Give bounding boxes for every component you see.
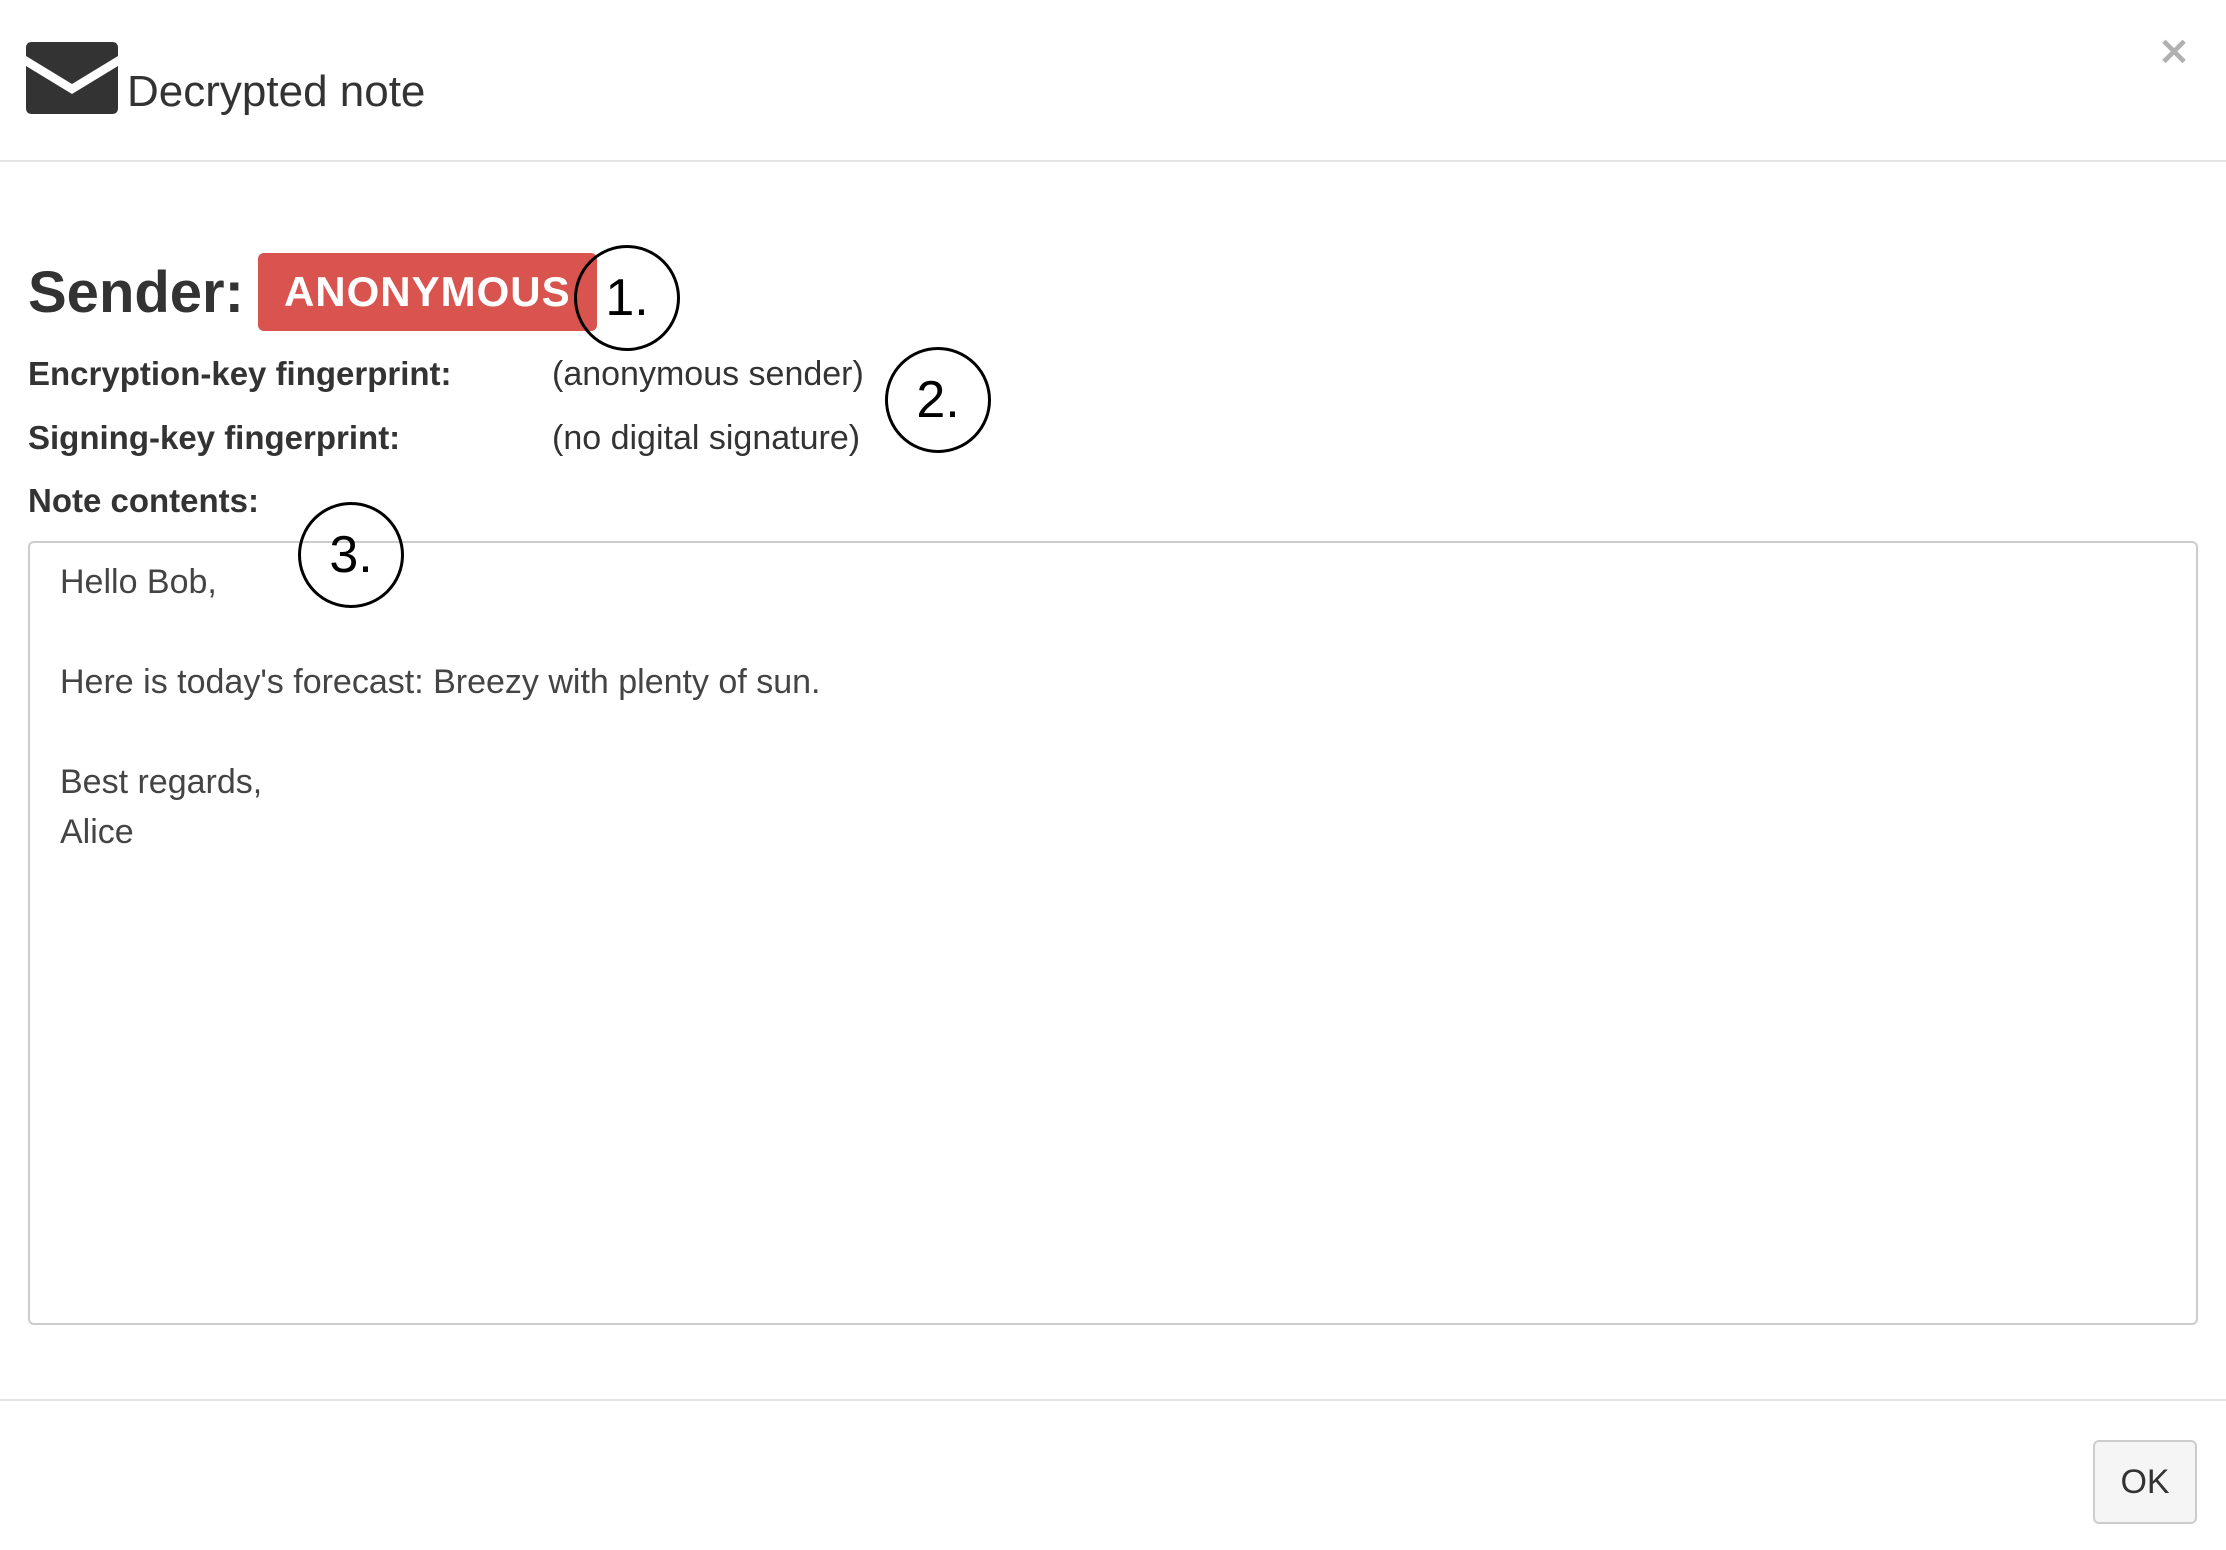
encryption-key-value: (anonymous sender) <box>552 355 864 393</box>
dialog-header: Decrypted note × <box>0 0 2226 162</box>
sender-label: Sender: <box>28 259 244 325</box>
close-button[interactable]: × <box>2154 28 2194 74</box>
callout-3: 3. <box>298 502 404 608</box>
note-line: Alice <box>60 813 134 851</box>
sender-badge: ANONYMOUS <box>257 253 597 331</box>
callout-1: 1. <box>574 245 680 351</box>
note-line: Best regards, <box>60 763 263 801</box>
footer-divider <box>0 1399 2226 1401</box>
encryption-key-label: Encryption-key fingerprint: <box>28 355 452 392</box>
note-contents-label: Note contents: <box>28 482 259 519</box>
signing-key-value: (no digital signature) <box>552 419 861 457</box>
envelope-icon <box>26 42 118 114</box>
ok-button[interactable]: OK <box>2093 1440 2197 1524</box>
note-line <box>60 607 2166 657</box>
sender-row: Sender: ANONYMOUS <box>28 252 597 332</box>
decrypted-note-dialog: Decrypted note × Sender: ANONYMOUS Encry… <box>0 0 2226 1550</box>
signing-key-label: Signing-key fingerprint: <box>28 419 401 456</box>
callout-2: 2. <box>885 347 991 453</box>
note-line <box>60 707 2166 757</box>
note-line: Here is today's forecast: Breezy with pl… <box>60 663 821 701</box>
close-icon: × <box>2157 28 2191 74</box>
dialog-title: Decrypted note <box>127 67 426 116</box>
note-contents-textarea[interactable]: Hello Bob, Here is today's forecast: Bre… <box>28 541 2198 1325</box>
